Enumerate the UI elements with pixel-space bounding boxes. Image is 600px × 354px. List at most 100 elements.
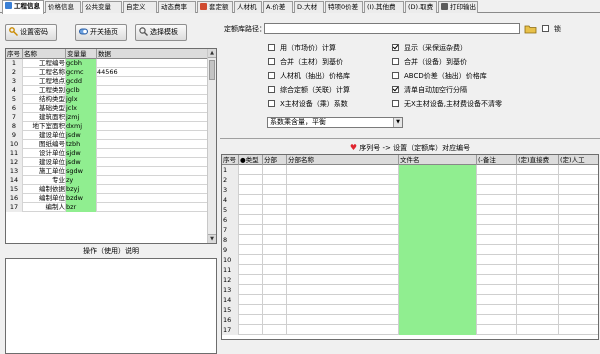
tab-print-output[interactable]: 打印输出	[438, 1, 478, 13]
tab-price-info[interactable]: 价格信息	[45, 1, 81, 13]
table-cell[interactable]	[517, 295, 559, 305]
table-row[interactable]: 6 基础类型 jclx	[6, 104, 208, 113]
table-cell[interactable]	[517, 275, 559, 285]
table-cell[interactable]	[559, 285, 598, 295]
table-cell[interactable]	[559, 305, 598, 315]
cell-data[interactable]	[97, 167, 208, 176]
checkbox-box[interactable]	[392, 72, 399, 79]
cell-data[interactable]	[97, 113, 208, 122]
table-cell[interactable]	[559, 185, 598, 195]
table-cell[interactable]	[239, 295, 263, 305]
table-cell[interactable]	[477, 255, 517, 265]
table-cell[interactable]	[559, 195, 598, 205]
table-cell[interactable]	[517, 265, 559, 275]
table-cell[interactable]	[287, 265, 399, 275]
table-cell[interactable]	[287, 285, 399, 295]
tab-labor-material[interactable]: 人材机	[234, 1, 262, 13]
table-cell[interactable]	[239, 305, 263, 315]
cell-data[interactable]	[97, 77, 208, 86]
table-row[interactable]: 11 设计单位 sjdw	[6, 149, 208, 158]
quota-path-input[interactable]	[264, 23, 520, 34]
table-cell[interactable]	[239, 265, 263, 275]
column-header[interactable]: 分部名称	[287, 155, 399, 165]
tab-apply-quota[interactable]: 套定额	[197, 1, 233, 13]
table-cell[interactable]	[399, 185, 477, 195]
table-cell[interactable]	[287, 165, 399, 175]
column-header[interactable]: 文件名	[399, 155, 477, 165]
table-row[interactable]: 4	[222, 195, 598, 205]
tab-project-info[interactable]: 工程信息	[2, 0, 44, 14]
table-cell[interactable]	[239, 245, 263, 255]
table-cell[interactable]	[399, 325, 477, 335]
table-cell[interactable]	[239, 195, 263, 205]
scroll-up-icon[interactable]: ▲	[208, 49, 216, 58]
cell-data[interactable]	[97, 59, 208, 68]
table-cell[interactable]	[477, 185, 517, 195]
table-row[interactable]: 10 图纸编号 tzbh	[6, 140, 208, 149]
table-cell[interactable]	[263, 275, 287, 285]
table-cell[interactable]	[399, 235, 477, 245]
table-cell[interactable]	[239, 235, 263, 245]
table-cell[interactable]	[517, 315, 559, 325]
cell-data[interactable]	[97, 158, 208, 167]
table-cell[interactable]	[239, 255, 263, 265]
option-checkbox[interactable]: 显示（采保运杂费）	[392, 43, 467, 53]
scroll-thumb[interactable]	[209, 60, 215, 80]
cell-data[interactable]	[97, 194, 208, 203]
cell-var[interactable]: gcdd	[66, 77, 97, 86]
table-cell[interactable]	[517, 235, 559, 245]
cell-var[interactable]: tzbh	[66, 140, 97, 149]
table-cell[interactable]	[477, 285, 517, 295]
table-cell[interactable]	[287, 325, 399, 335]
table-row[interactable]: 10	[222, 255, 598, 265]
table-cell[interactable]	[517, 215, 559, 225]
cell-var[interactable]: dxmj	[66, 122, 97, 131]
table-row[interactable]: 12 建设单位 jsdw	[6, 158, 208, 167]
table-cell[interactable]	[263, 245, 287, 255]
table-cell[interactable]	[263, 175, 287, 185]
option-checkbox[interactable]: 用（市场价）计算	[268, 43, 336, 53]
table-cell[interactable]	[263, 195, 287, 205]
table-row[interactable]: 13 施工单位 sgdw	[6, 167, 208, 176]
chevron-down-icon[interactable]: ▼	[393, 118, 402, 127]
table-cell[interactable]	[287, 255, 399, 265]
cell-data[interactable]: 44566	[97, 68, 208, 77]
table-cell[interactable]	[517, 225, 559, 235]
table-cell[interactable]	[399, 295, 477, 305]
table-cell[interactable]	[263, 235, 287, 245]
table-cell[interactable]	[287, 315, 399, 325]
table-cell[interactable]	[477, 295, 517, 305]
option-checkbox[interactable]: 合并（主材）到基价	[268, 57, 343, 67]
table-cell[interactable]	[559, 295, 598, 305]
table-cell[interactable]	[239, 275, 263, 285]
table-row[interactable]: 1	[222, 165, 598, 175]
tab-special-diff[interactable]: 特项0价差	[325, 1, 363, 13]
checkbox-box[interactable]	[268, 86, 275, 93]
table-cell[interactable]	[517, 195, 559, 205]
table-cell[interactable]	[517, 175, 559, 185]
table-cell[interactable]	[559, 175, 598, 185]
table-cell[interactable]	[399, 215, 477, 225]
cell-var[interactable]: zy	[66, 176, 97, 185]
table-cell[interactable]	[559, 325, 598, 335]
table-cell[interactable]	[559, 315, 598, 325]
table-row[interactable]: 5 结构类型 jglx	[6, 95, 208, 104]
table-cell[interactable]	[287, 305, 399, 315]
table-cell[interactable]	[239, 325, 263, 335]
table-cell[interactable]	[239, 285, 263, 295]
table-cell[interactable]	[559, 255, 598, 265]
cell-var[interactable]: jglx	[66, 95, 97, 104]
table-row[interactable]: 5	[222, 205, 598, 215]
lock-checkbox[interactable]: 锁	[542, 24, 561, 34]
table-cell[interactable]	[477, 215, 517, 225]
cell-data[interactable]	[97, 185, 208, 194]
cell-var[interactable]: gclb	[66, 86, 97, 95]
option-checkbox[interactable]: 合并（设备）到基价	[392, 57, 467, 67]
table-cell[interactable]	[559, 265, 598, 275]
lock-checkbox-box[interactable]	[542, 25, 549, 32]
table-cell[interactable]	[287, 185, 399, 195]
table-cell[interactable]	[287, 295, 399, 305]
column-header[interactable]: (定)人工	[559, 155, 598, 165]
option-checkbox[interactable]: 综合定额（关联）计算	[268, 85, 350, 95]
table-cell[interactable]	[263, 265, 287, 275]
